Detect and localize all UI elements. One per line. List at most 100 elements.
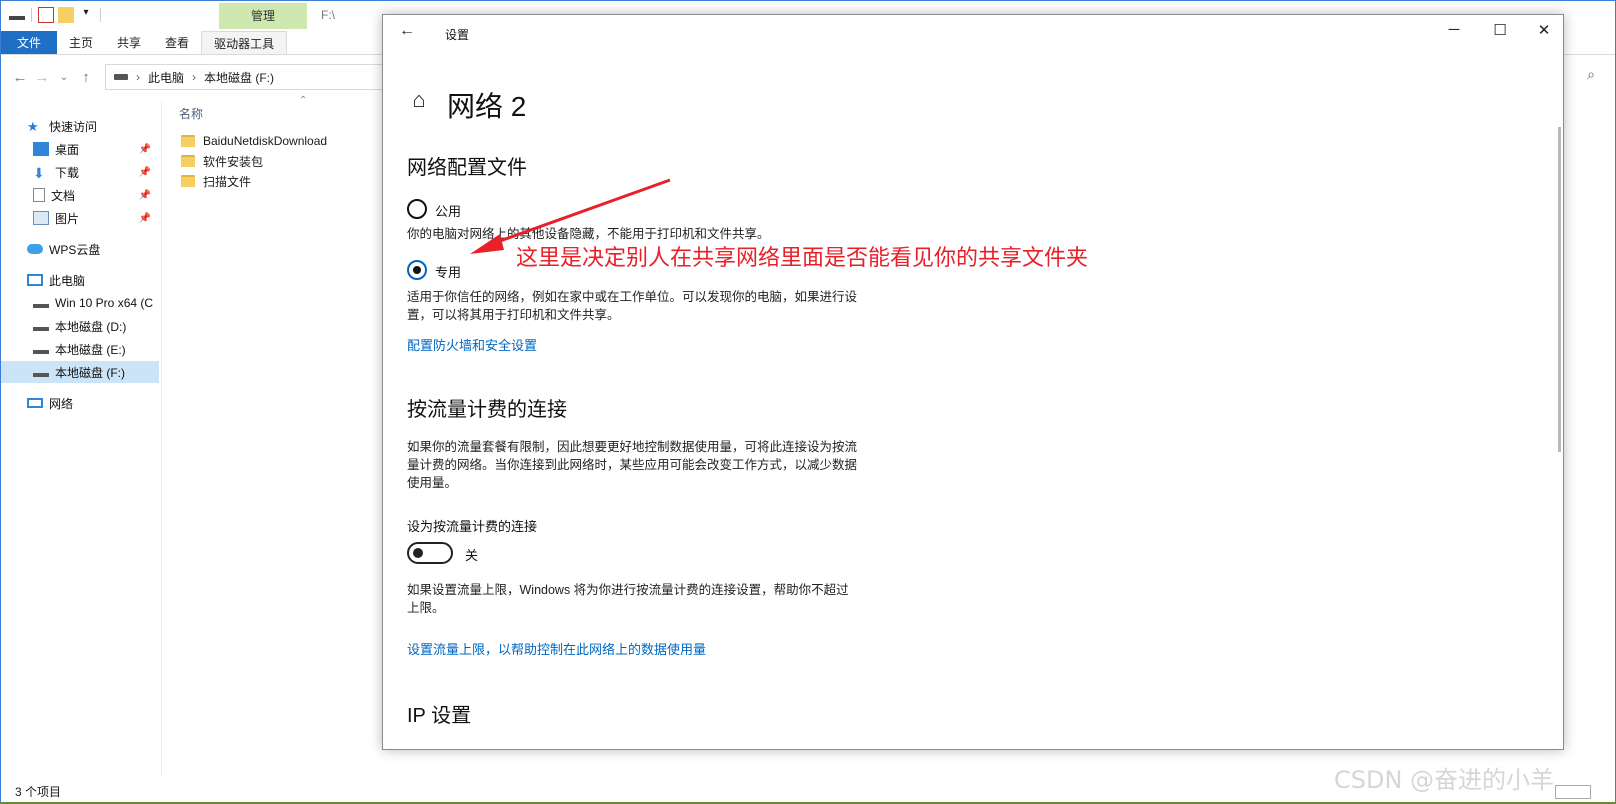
data-limit-link[interactable]: 设置流量上限，以帮助控制在此网络上的数据使用量 (407, 639, 706, 658)
pin-icon[interactable]: 📌 (139, 213, 151, 224)
pane-divider[interactable] (161, 101, 162, 777)
file-name: 扫描文件 (203, 174, 252, 189)
watermark: CSDN @奋进的小羊 (1334, 766, 1555, 794)
back-arrow-icon[interactable]: ← (395, 22, 419, 44)
nav-label: 本地磁盘 (F:) (55, 365, 125, 380)
nav-drive-f[interactable]: 本地磁盘 (F:) (1, 361, 159, 383)
private-description: 适用于你信任的网络，例如在家中或在工作单位。可以发现你的电脑，如果进行设置，可以… (407, 290, 858, 322)
back-icon[interactable]: ← (9, 69, 31, 86)
breadcrumb-this-pc[interactable]: 此电脑 (148, 69, 184, 86)
list-item[interactable]: BaiduNetdiskDownload (181, 131, 327, 151)
nav-label: 本地磁盘 (D:) (55, 319, 127, 334)
nav-network[interactable]: 网络 (1, 392, 159, 414)
nav-quick-access[interactable]: ★ 快速访问 (1, 115, 159, 137)
settings-window: ← 设置 ─ ☐ ✕ ⌂ 网络 2 网络配置文件 公用 你的电脑对网络上的其他设… (382, 14, 1564, 750)
tab-home[interactable]: 主页 (57, 31, 105, 54)
radio-public-label[interactable]: 公用 (435, 201, 461, 220)
metered-description: 如果你的流量套餐有限制，因此想要更好地控制数据使用量，可将此连接设为按流量计费的… (407, 440, 858, 490)
nav-pictures[interactable]: 图片 📌 (1, 207, 159, 229)
drive-icon (33, 344, 49, 354)
file-name: 软件安装包 (203, 154, 264, 169)
list-item[interactable]: 扫描文件 (181, 171, 251, 191)
chevron-right-icon: › (192, 70, 197, 84)
annotation-text: 这里是决定别人在共享网络里面是否能看见你的共享文件夹 (516, 246, 1089, 271)
network-icon (27, 398, 43, 408)
title-bar: ← 设置 ─ ☐ ✕ (383, 15, 1563, 51)
metered-toggle-label: 设为按流量计费的连接 (407, 519, 538, 534)
customize-dropdown-icon[interactable]: ▾ (78, 7, 94, 23)
nav-downloads[interactable]: ⬇ 下载 📌 (1, 161, 159, 183)
up-icon[interactable]: ↑ (75, 69, 97, 86)
nav-label: Win 10 Pro x64 (C (55, 296, 154, 310)
drive-icon (33, 321, 49, 331)
address-box[interactable]: › 此电脑 › 本地磁盘 (F:) (105, 64, 385, 90)
section-metered-connection: 按流量计费的连接 (407, 399, 567, 421)
home-icon[interactable]: ⌂ (407, 87, 431, 113)
minimize-icon[interactable]: ─ (1439, 21, 1469, 43)
windows-drive-icon (33, 298, 49, 308)
drive-icon (33, 367, 49, 377)
manage-contextual-tab[interactable]: 管理 (219, 3, 307, 29)
nav-drive-c[interactable]: Win 10 Pro x64 (C (1, 292, 159, 314)
nav-this-pc[interactable]: 此电脑 (1, 269, 159, 291)
nav-label: 此电脑 (49, 273, 86, 288)
picture-icon (33, 211, 49, 225)
page-title: 网络 2 (447, 91, 527, 122)
nav-label: 快速访问 (49, 119, 98, 134)
pin-icon[interactable]: 📌 (139, 190, 151, 201)
limit-description: 如果设置流量上限，Windows 将为你进行按流量计费的连接设置，帮助你不超过上… (407, 583, 849, 615)
computer-icon (27, 274, 43, 286)
nav-label: 网络 (49, 396, 74, 411)
metered-toggle[interactable] (407, 542, 453, 564)
breadcrumb-disk-f[interactable]: 本地磁盘 (F:) (204, 69, 274, 86)
nav-wps-cloud[interactable]: WPS云盘 (1, 238, 159, 260)
forward-icon[interactable]: → (31, 69, 53, 86)
recent-locations-icon[interactable]: ⌄ (53, 72, 75, 83)
view-toggle-icon[interactable] (1555, 785, 1591, 799)
nav-label: WPS云盘 (49, 242, 101, 257)
nav-label: 文档 (51, 188, 76, 203)
nav-label: 下载 (55, 165, 80, 180)
list-item[interactable]: 软件安装包 (181, 151, 263, 171)
radio-private-label[interactable]: 专用 (435, 262, 461, 281)
folder-icon (181, 175, 195, 187)
firewall-settings-link[interactable]: 配置防火墙和安全设置 (407, 335, 537, 354)
toolbar-divider (31, 8, 32, 22)
column-header-name[interactable]: 名称 (179, 105, 203, 122)
navigation-pane: ★ 快速访问 桌面 📌 ⬇ 下载 📌 文档 📌 图片 📌 WPS云盘 此电脑 W… (1, 101, 161, 777)
tab-share[interactable]: 共享 (105, 31, 153, 54)
close-icon[interactable]: ✕ (1529, 21, 1559, 43)
window-path-title: F:\ (321, 8, 335, 22)
tab-view[interactable]: 查看 (153, 31, 201, 54)
item-count: 3 个项目 (15, 785, 62, 799)
nav-drive-d[interactable]: 本地磁盘 (D:) (1, 315, 159, 337)
nav-desktop[interactable]: 桌面 📌 (1, 138, 159, 160)
section-ip-settings: IP 设置 (407, 705, 472, 727)
nav-drive-e[interactable]: 本地磁盘 (E:) (1, 338, 159, 360)
file-name: BaiduNetdiskDownload (203, 134, 328, 148)
new-folder-icon[interactable] (58, 7, 74, 23)
tab-file[interactable]: 文件 (1, 31, 58, 54)
sort-ascending-icon: ⌃ (299, 95, 308, 106)
properties-icon[interactable] (38, 7, 54, 23)
pin-icon[interactable]: 📌 (139, 144, 151, 155)
tab-drive-tools[interactable]: 驱动器工具 (201, 31, 288, 54)
maximize-icon[interactable]: ☐ (1485, 21, 1515, 43)
radio-private[interactable] (407, 260, 427, 280)
search-icon[interactable]: ⌕ (1581, 66, 1601, 86)
scrollbar[interactable] (1558, 127, 1561, 452)
drive-icon[interactable] (9, 10, 25, 20)
star-icon: ★ (27, 119, 39, 134)
chevron-right-icon: › (136, 70, 140, 84)
folder-icon (181, 135, 195, 147)
nav-documents[interactable]: 文档 📌 (1, 184, 159, 206)
toolbar-divider (100, 8, 101, 22)
pin-icon[interactable]: 📌 (139, 167, 151, 178)
document-icon (33, 188, 45, 202)
download-icon: ⬇ (33, 165, 45, 181)
desktop-icon (33, 142, 49, 156)
drive-icon (114, 74, 128, 80)
radio-public[interactable] (407, 199, 427, 219)
window-title: 设置 (445, 28, 470, 42)
cloud-icon (27, 244, 43, 254)
